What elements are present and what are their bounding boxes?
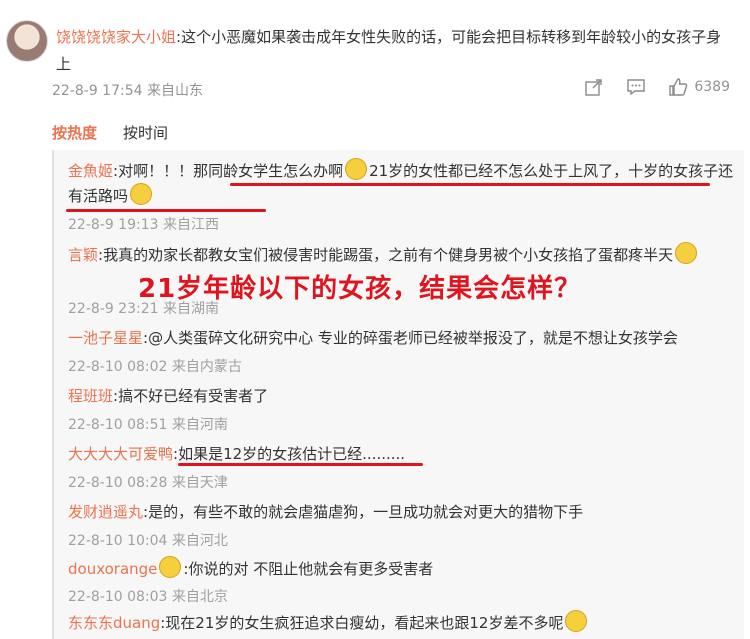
- post-timestamp: 22-8-9 17:54 来自山东: [52, 83, 203, 99]
- reply-text: :对啊！！！那同龄女学生怎么办啊: [113, 162, 344, 180]
- reply-username[interactable]: 一池子星星: [68, 329, 143, 347]
- list-item: 发财逍遥丸:是的，有些不敢的就会虐猫虐狗，一旦成功就会对更大的猎物下手: [68, 500, 738, 524]
- reply-timestamp: 22-8-10 08:51 来自河南: [68, 417, 228, 433]
- avatar[interactable]: [6, 20, 48, 62]
- emoji-icon: [130, 183, 153, 205]
- reply-username[interactable]: 金魚姬: [68, 162, 113, 180]
- reply-username[interactable]: 东东东duang: [68, 614, 160, 632]
- reply-timestamp: 22-8-10 08:03 来自北京: [68, 589, 228, 605]
- emoji-icon: [675, 242, 698, 264]
- reply-timestamp: 22-8-10 10:04 来自河北: [68, 533, 228, 549]
- list-item: 程班班:搞不好已经有受害者了: [68, 384, 738, 408]
- tab-sort-hot[interactable]: 按热度: [52, 122, 97, 143]
- emoji-icon: [565, 610, 588, 632]
- reply-timestamp: 22-8-10 08:02 来自内蒙古: [68, 359, 242, 375]
- emoji-icon: [159, 556, 182, 578]
- annotation-underline: [66, 209, 266, 212]
- share-icon[interactable]: [584, 78, 604, 96]
- reply-username[interactable]: 言颖: [68, 246, 98, 264]
- reply-text: :是的，有些不敢的就会虐猫虐狗，一旦成功就会对更大的猎物下手: [143, 503, 584, 521]
- annotation-underline: [230, 183, 710, 186]
- list-item: 一池子星星:@人类蛋碎文化研究中心 专业的碎蛋老师已经被举报没了，就是不想让女孩…: [68, 326, 738, 350]
- like-icon: [668, 78, 688, 96]
- list-item: douxorange :你说的对 不阻止他就会有更多受害者: [68, 556, 738, 581]
- tab-sort-time[interactable]: 按时间: [123, 122, 168, 143]
- list-item: 东东东duang:现在21岁的女生疯狂追求白瘦幼，看起来也跟12岁差不多呢: [68, 610, 738, 635]
- reply-text: :现在21岁的女生疯狂追求白瘦幼，看起来也跟12岁差不多呢: [160, 614, 564, 632]
- reply-timestamp: 22-8-9 19:13 来自江西: [68, 217, 219, 233]
- post-username[interactable]: 饶饶饶饶家大小姐: [56, 28, 176, 46]
- main-comment: 饶饶饶饶家大小姐:这个小恶魔如果袭击成年女性失败的话，可能会把目标转移到年龄较小…: [56, 24, 736, 78]
- reply-timestamp: 22-8-10 08:28 来自天津: [68, 475, 228, 491]
- reply-username[interactable]: 程班班: [68, 387, 113, 405]
- overlay-caption: 21岁年龄以下的女孩，结果会怎样？: [138, 274, 582, 304]
- post-actions: 6389: [584, 78, 730, 96]
- reply-username[interactable]: 大大大大可爱鸭: [68, 445, 173, 463]
- comment-icon[interactable]: [626, 78, 646, 96]
- like-count: 6389: [694, 79, 730, 95]
- reply-username[interactable]: 发财逍遥丸: [68, 503, 143, 521]
- reply-text: :我真的劝家长都教女宝们被侵害时能踢蛋，之前有个健身男被个小女孩掐了蛋都疼半天: [98, 246, 674, 264]
- reply-text: :@人类蛋碎文化研究中心 专业的碎蛋老师已经被举报没了，就是不想让女孩学会: [143, 329, 678, 347]
- replies-list: 金魚姬:对啊！！！那同龄女学生怎么办啊 21岁的女性都已经不怎么处于上风了，十岁的…: [52, 150, 744, 639]
- list-item: 言颖:我真的劝家长都教女宝们被侵害时能踢蛋，之前有个健身男被个小女孩掐了蛋都疼半…: [68, 242, 738, 267]
- emoji-icon: [345, 158, 368, 180]
- sort-tabs: 按热度 按时间: [52, 122, 168, 143]
- reply-text: :你说的对 不阻止他就会有更多受害者: [183, 560, 434, 578]
- like-button[interactable]: 6389: [668, 78, 730, 96]
- reply-text: :如果是12岁的女孩估计已经.........: [173, 445, 406, 463]
- reply-text: :搞不好已经有受害者了: [113, 387, 269, 405]
- annotation-underline: [178, 463, 423, 466]
- reply-username[interactable]: douxorange: [68, 560, 157, 578]
